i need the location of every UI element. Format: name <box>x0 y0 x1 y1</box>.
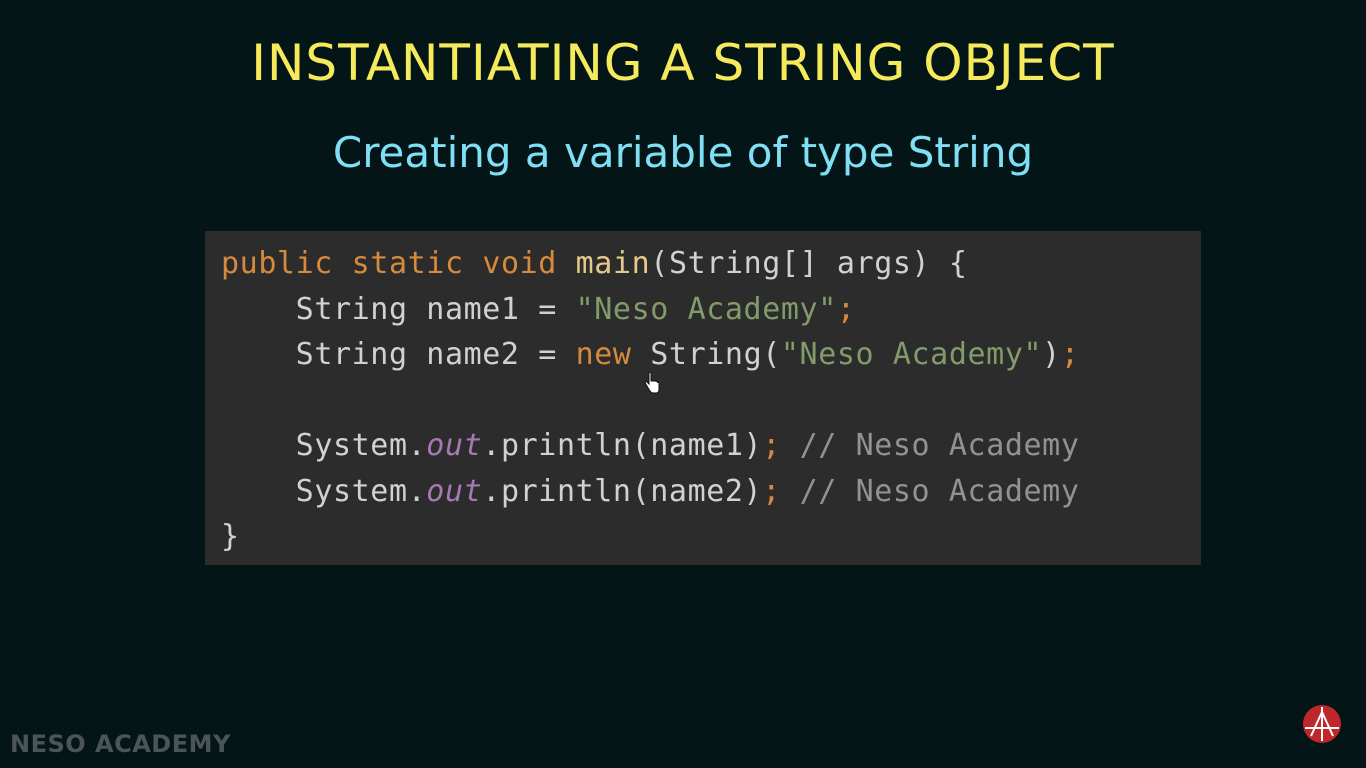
main-parameters: (String[] args) { <box>650 246 968 281</box>
code-line-println-name1: System.out.println(name1); // Neso Acade… <box>221 423 1201 469</box>
mouse-pointer-hand-icon <box>644 372 660 394</box>
neso-academy-logo-icon <box>1303 705 1341 743</box>
println-call-2: .println(name2) <box>482 473 763 509</box>
keyword-new: new <box>575 337 632 372</box>
string-constructor: String( <box>631 337 781 372</box>
println-semicolon-1: ; <box>762 428 781 463</box>
code-line-name1-declaration: String name1 = "Neso Academy"; <box>221 287 1201 333</box>
name1-declaration: String name1 = <box>295 291 576 327</box>
closing-brace: } <box>221 519 240 554</box>
name2-semicolon: ; <box>1060 337 1080 372</box>
constructor-close-paren: ) <box>1042 337 1061 372</box>
println-semicolon-2: ; <box>762 473 781 509</box>
output-comment-1: // Neso Academy <box>799 428 1080 463</box>
code-line-main-signature: public static void main(String[] args) { <box>221 241 1201 287</box>
code-panel: public static void main(String[] args) {… <box>205 231 1201 565</box>
brand-watermark: NESO ACADEMY <box>10 730 231 758</box>
name2-string-literal: "Neso Academy" <box>780 337 1043 372</box>
out-field-1: out <box>426 428 483 463</box>
code-line-println-name2: System.out.println(name2); // Neso Acade… <box>221 469 1201 515</box>
name1-string-literal: "Neso Academy" <box>575 291 837 327</box>
slide-title: INSTANTIATING A STRING OBJECT <box>251 34 1115 92</box>
keyword-void: void <box>482 246 557 281</box>
keyword-static: static <box>351 246 464 281</box>
keyword-public: public <box>221 246 333 281</box>
system-class-1: System. <box>295 428 427 463</box>
method-name-main: main <box>575 246 651 281</box>
code-line-name2-declaration: String name2 = new String("Neso Academy"… <box>221 332 1201 378</box>
code-line-closing-brace: } <box>221 514 1201 560</box>
name1-semicolon: ; <box>836 291 856 327</box>
println-call-1: .println(name1) <box>482 428 763 463</box>
output-comment-2: // Neso Academy <box>799 473 1080 509</box>
name2-declaration: String name2 = <box>295 337 576 372</box>
slide-subtitle: Creating a variable of type String <box>332 128 1034 177</box>
out-field-2: out <box>426 473 483 509</box>
system-class-2: System. <box>295 473 427 509</box>
